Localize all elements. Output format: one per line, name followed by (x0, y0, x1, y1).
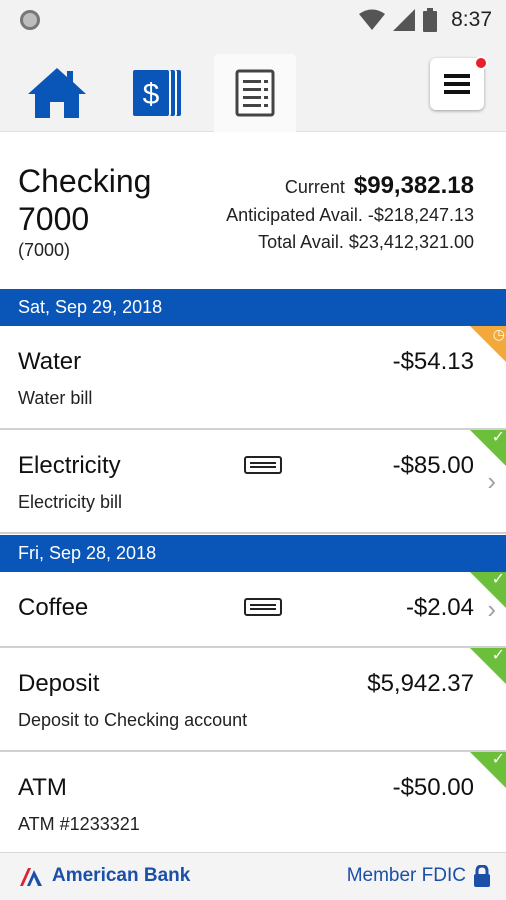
status-bar: 8:37 (0, 0, 506, 40)
lock-icon (474, 865, 490, 887)
transaction-amount: -$2.04 (405, 594, 474, 621)
transaction-amount: $5,942.37 (367, 670, 474, 697)
chevron-right-icon[interactable]: › (487, 466, 496, 497)
tab-transactions[interactable] (214, 54, 296, 132)
anticipated-balance-label: Anticipated Avail. (226, 205, 363, 225)
account-summary: Checking 7000 (7000) Current $99,382.18 … (0, 132, 506, 288)
card-icon (244, 598, 282, 616)
transaction-amount: -$85.00 (392, 452, 474, 479)
transaction-description: ATM #1233321 (18, 814, 140, 834)
transaction-row-water[interactable]: ◷ Water -$54.13 Water bill (0, 326, 506, 430)
transaction-row-atm[interactable]: ✓ ATM -$50.00 ATM #1233321 (0, 752, 506, 854)
transaction-title: Coffee (18, 594, 89, 621)
brand-name: American Bank (52, 865, 191, 886)
fdic-label: Member FDIC (346, 865, 466, 886)
transaction-row-deposit[interactable]: ✓ Deposit $5,942.37 Deposit to Checking … (0, 648, 506, 752)
status-icons: 8:37 (359, 6, 492, 34)
check-icon: ✓ (491, 430, 505, 446)
date-header: Fri, Sep 28, 2018 (0, 534, 506, 572)
transaction-row-coffee[interactable]: ✓ Coffee -$2.04 › (0, 572, 506, 648)
clock-icon: ◷ (492, 326, 505, 342)
check-icon: ✓ (491, 648, 505, 664)
total-available: Total Avail. $23,412,321.00 (258, 232, 474, 253)
fdic-notice: Member FDIC (347, 865, 490, 887)
transaction-title: ATM (18, 774, 67, 801)
transaction-description: Deposit to Checking account (18, 710, 248, 730)
transaction-title: Deposit (18, 670, 100, 697)
home-icon (28, 68, 86, 118)
dollar-icon: $ (133, 70, 181, 116)
total-available-label: Total Avail. (258, 232, 344, 252)
check-icon: ✓ (491, 752, 505, 768)
clock: 8:37 (451, 8, 492, 31)
tab-accounts[interactable]: $ (116, 54, 198, 132)
transaction-amount: -$50.00 (392, 774, 474, 801)
transaction-row-electricity[interactable]: ✓ Electricity -$85.00 › Electricity bill (0, 430, 506, 534)
card-icon (244, 456, 282, 474)
transaction-amount: -$54.13 (392, 348, 474, 375)
wifi-icon (359, 9, 386, 30)
transaction-title: Electricity (18, 452, 121, 479)
chevron-right-icon[interactable]: › (487, 594, 496, 625)
tab-home[interactable] (16, 54, 98, 132)
notification-dot-icon (20, 10, 40, 30)
current-balance: Current $99,382.18 (285, 172, 474, 200)
current-balance-label: Current (284, 177, 345, 197)
date-header: Sat, Sep 29, 2018 (0, 288, 506, 326)
current-balance-value: $99,382.18 (353, 172, 474, 199)
transaction-description: Water bill (18, 388, 93, 408)
anticipated-balance: Anticipated Avail. -$218,247.13 (226, 205, 474, 226)
battery-icon (423, 8, 438, 32)
hamburger-icon (444, 74, 470, 94)
notification-badge (474, 56, 488, 70)
american-bank-logo-icon (20, 868, 42, 886)
account-number: (7000) (18, 240, 71, 260)
statement-icon (235, 69, 275, 117)
signal-icon (393, 9, 416, 31)
svg-text:$: $ (143, 78, 160, 111)
footer: American Bank Member FDIC (0, 852, 506, 900)
account-name: Checking 7000 (18, 163, 152, 237)
transaction-description: Electricity bill (18, 492, 123, 512)
menu-button[interactable] (430, 56, 488, 110)
check-icon: ✓ (491, 572, 505, 588)
anticipated-balance-value: -$218,247.13 (367, 205, 474, 225)
brand-logo: American Bank (18, 865, 190, 887)
transaction-title: Water (18, 348, 82, 375)
total-available-value: $23,412,321.00 (348, 232, 474, 252)
top-nav: $ (0, 40, 506, 132)
